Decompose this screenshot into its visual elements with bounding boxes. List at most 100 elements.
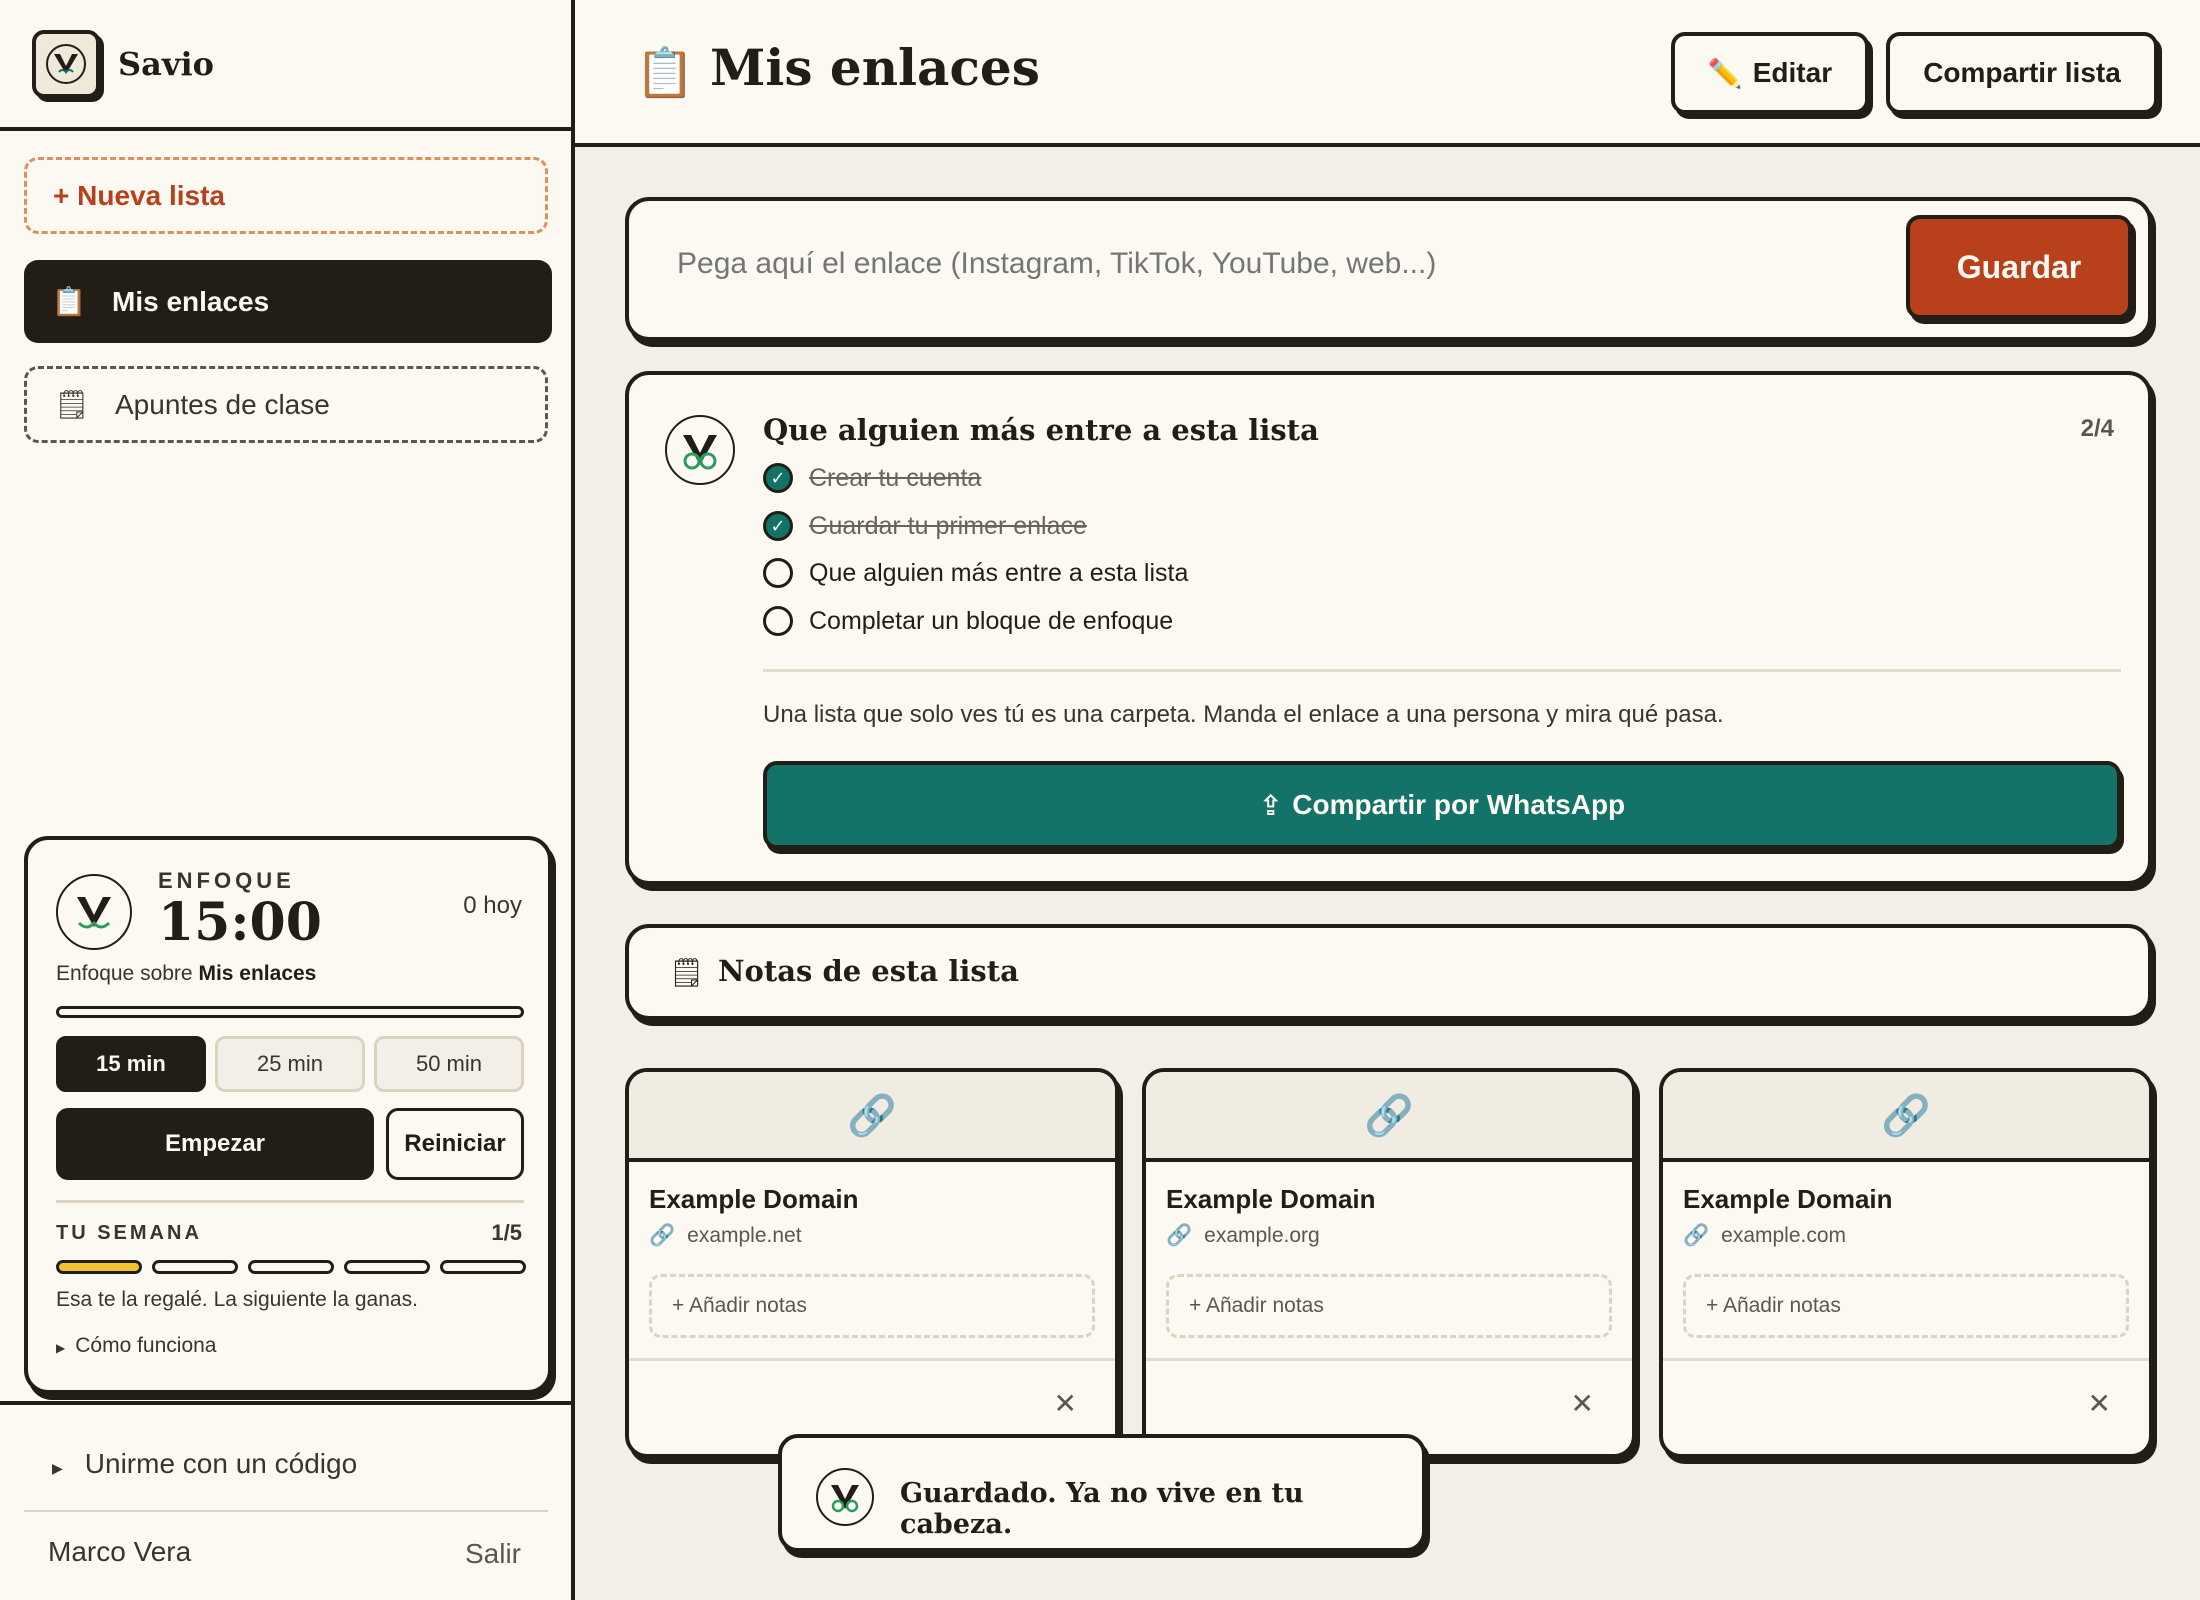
focus-subtitle-prefix: Enfoque sobre bbox=[56, 962, 193, 985]
link-card-header: 🔗 bbox=[629, 1072, 1115, 1162]
savio-logo-icon bbox=[665, 415, 735, 485]
duration-15-button[interactable]: 15 min bbox=[56, 1036, 206, 1092]
close-icon[interactable]: ✕ bbox=[1571, 1390, 1594, 1418]
share-icon: ⇪ bbox=[1258, 789, 1283, 821]
sidebar-item-apuntes-de-clase[interactable]: 🗒 Apuntes de clase bbox=[24, 366, 548, 443]
check-icon: ✓ bbox=[763, 511, 793, 541]
start-button[interactable]: Empezar bbox=[56, 1108, 374, 1180]
duration-25-button[interactable]: 25 min bbox=[215, 1036, 365, 1092]
link-card-domain: 🔗 example.com bbox=[1683, 1224, 1846, 1248]
divider bbox=[763, 669, 2121, 672]
checklist-item-label: Completar un bloque de enfoque bbox=[809, 606, 1174, 635]
divider bbox=[1663, 1358, 2149, 1361]
savio-logo-icon bbox=[32, 29, 100, 98]
sidebar-item-label: Apuntes de clase bbox=[115, 388, 330, 420]
link-card-domain: 🔗 example.org bbox=[1166, 1224, 1320, 1248]
clipboard-icon: 📋 bbox=[635, 47, 695, 100]
link-icon: 🔗 bbox=[1364, 1093, 1414, 1138]
list-notes-toggle[interactable]: 🗒 Notas de esta lista bbox=[625, 924, 2152, 1020]
save-button[interactable]: Guardar bbox=[1906, 215, 2132, 319]
link-icon: 🔗 bbox=[649, 1224, 676, 1247]
edit-label: Editar bbox=[1752, 57, 1833, 88]
week-segment bbox=[152, 1260, 238, 1274]
sidebar-item-label: Mis enlaces bbox=[112, 285, 270, 317]
week-segment bbox=[344, 1260, 430, 1274]
how-it-works-toggle[interactable]: ▶ Cómo funciona bbox=[56, 1334, 216, 1358]
notepad-icon: 🗒 bbox=[54, 389, 90, 420]
link-icon: 🔗 bbox=[1683, 1224, 1710, 1247]
week-message: Esa te la regalé. La siguiente la ganas. bbox=[56, 1288, 418, 1311]
link-card-title: Example Domain bbox=[1683, 1184, 1893, 1214]
add-notes-button[interactable]: + Añadir notas bbox=[1683, 1274, 2129, 1338]
focus-subtitle-target: Mis enlaces bbox=[198, 962, 317, 985]
week-segment bbox=[248, 1260, 334, 1274]
checklist-item[interactable]: ✓ Crear tu cuenta bbox=[763, 463, 981, 493]
savio-logo-icon bbox=[56, 874, 132, 950]
duration-50-button[interactable]: 50 min bbox=[374, 1036, 524, 1092]
link-card[interactable]: 🔗 Example Domain 🔗 example.net + Añadir n… bbox=[625, 1068, 1119, 1458]
add-notes-button[interactable]: + Añadir notas bbox=[649, 1274, 1095, 1338]
checklist-item[interactable]: ✓ Guardar tu primer enlace bbox=[763, 511, 1087, 541]
checklist-progress: 2/4 bbox=[2080, 415, 2114, 442]
toast-message: Guardado. Ya no vive en tu cabeza. bbox=[900, 1478, 1304, 1540]
link-card-header: 🔗 bbox=[1146, 1072, 1632, 1162]
join-code-label: Unirme con un código bbox=[84, 1448, 358, 1479]
close-icon[interactable]: ✕ bbox=[1054, 1390, 1077, 1418]
checklist-item-label: Guardar tu primer enlace bbox=[809, 511, 1087, 540]
link-card-title: Example Domain bbox=[649, 1184, 859, 1214]
how-it-works-label: Cómo funciona bbox=[75, 1334, 217, 1357]
triangle-right-icon: ▶ bbox=[56, 1341, 66, 1355]
divider bbox=[629, 1358, 1115, 1361]
save-link-box: Guardar bbox=[625, 197, 2152, 341]
link-card-header: 🔗 bbox=[1663, 1072, 2149, 1162]
checklist-item-label: Que alguien más entre a esta lista bbox=[809, 558, 1189, 587]
focus-today-count: 0 hoy bbox=[463, 892, 522, 919]
link-card[interactable]: 🔗 Example Domain 🔗 example.org + Añadir n… bbox=[1142, 1068, 1636, 1458]
focus-subtitle: Enfoque sobre Mis enlaces bbox=[56, 962, 316, 986]
check-icon: ✓ bbox=[763, 463, 793, 493]
notepad-icon: 🗒 bbox=[669, 957, 705, 988]
pencil-icon: ✏️ bbox=[1707, 57, 1743, 89]
reset-button[interactable]: Reiniciar bbox=[386, 1108, 524, 1180]
brand-name: Savio bbox=[118, 44, 214, 83]
list-notes-title: Notas de esta lista bbox=[718, 954, 1019, 988]
savio-logo-icon bbox=[816, 1468, 874, 1526]
join-code-toggle[interactable]: ▶ Unirme con un código bbox=[52, 1448, 357, 1480]
focus-timer: 15:00 bbox=[158, 892, 322, 953]
share-whatsapp-button[interactable]: ⇪ Compartir por WhatsApp bbox=[763, 761, 2121, 849]
focus-progress-bar bbox=[56, 1006, 524, 1018]
logout-button[interactable]: Salir bbox=[465, 1538, 521, 1570]
close-icon[interactable]: ✕ bbox=[2088, 1390, 2111, 1418]
divider bbox=[0, 1401, 571, 1405]
sidebar-item-mis-enlaces[interactable]: 📋 Mis enlaces bbox=[24, 260, 552, 343]
empty-circle-icon bbox=[763, 558, 793, 588]
focus-label: ENFOQUE bbox=[158, 868, 295, 893]
link-card-title: Example Domain bbox=[1166, 1184, 1376, 1214]
share-whatsapp-label: Compartir por WhatsApp bbox=[1292, 789, 1626, 820]
checklist-item[interactable]: Que alguien más entre a esta lista bbox=[763, 558, 1188, 588]
new-list-button[interactable]: + Nueva lista bbox=[24, 157, 548, 234]
link-card-domain: 🔗 example.net bbox=[649, 1224, 802, 1248]
empty-circle-icon bbox=[763, 606, 793, 636]
checklist-message: Una lista que solo ves tú es una carpeta… bbox=[763, 701, 1724, 728]
link-card-domain-text: example.org bbox=[1204, 1224, 1320, 1247]
edit-button[interactable]: ✏️ Editar bbox=[1671, 32, 1869, 114]
week-segment bbox=[56, 1260, 142, 1274]
divider bbox=[1146, 1358, 1632, 1361]
brand[interactable]: Savio bbox=[0, 0, 571, 131]
checklist-item[interactable]: Completar un bloque de enfoque bbox=[763, 606, 1173, 636]
link-input[interactable] bbox=[677, 247, 1877, 281]
add-notes-button[interactable]: + Añadir notas bbox=[1166, 1274, 1612, 1338]
triangle-right-icon: ▶ bbox=[52, 1460, 63, 1476]
divider bbox=[24, 1510, 548, 1512]
header: 📋 Mis enlaces ✏️ Editar Compartir lista bbox=[575, 0, 2200, 147]
link-icon: 🔗 bbox=[1881, 1093, 1931, 1138]
checklist-item-label: Crear tu cuenta bbox=[809, 463, 982, 492]
link-icon: 🔗 bbox=[1166, 1224, 1193, 1247]
link-card-domain-text: example.net bbox=[687, 1224, 802, 1247]
week-count: 1/5 bbox=[491, 1220, 522, 1245]
share-list-button[interactable]: Compartir lista bbox=[1886, 32, 2158, 114]
link-card[interactable]: 🔗 Example Domain 🔗 example.com + Añadir n… bbox=[1659, 1068, 2153, 1458]
toast-notification: Guardado. Ya no vive en tu cabeza. bbox=[778, 1434, 1426, 1552]
week-segment bbox=[440, 1260, 526, 1274]
